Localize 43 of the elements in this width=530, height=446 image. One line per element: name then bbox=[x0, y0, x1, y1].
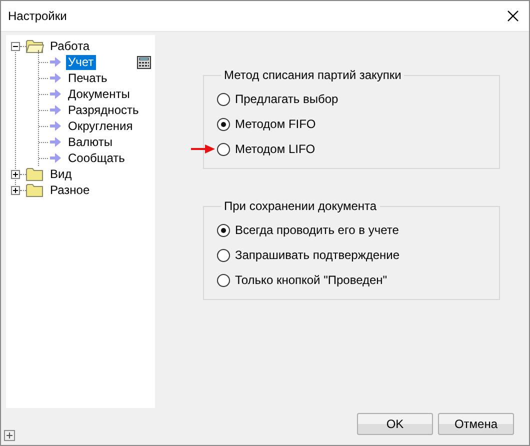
tree-item[interactable]: Сообщать bbox=[66, 150, 127, 166]
tree-item[interactable]: Вид bbox=[50, 167, 72, 181]
expand-icon[interactable] bbox=[11, 186, 20, 194]
plus-icon[interactable] bbox=[4, 430, 15, 441]
arrow-icon bbox=[50, 137, 61, 147]
window-title: Настройки bbox=[8, 9, 67, 23]
open-folder-icon bbox=[26, 39, 44, 53]
radio-button[interactable] bbox=[217, 142, 230, 156]
collapse-icon[interactable] bbox=[11, 42, 20, 50]
arrow-icon bbox=[50, 153, 61, 163]
radio-label[interactable]: Только кнопкой "Проведен" bbox=[235, 273, 388, 287]
arrow-icon bbox=[50, 73, 61, 83]
tree-item[interactable]: Учет bbox=[66, 54, 96, 70]
tree-item[interactable]: Округления bbox=[66, 118, 135, 134]
tree-item[interactable]: Разное bbox=[50, 183, 90, 197]
cancel-button[interactable]: Отмена bbox=[438, 413, 514, 435]
radio-button[interactable] bbox=[217, 248, 230, 262]
radio-label[interactable]: Запрашивать подтверждение bbox=[235, 248, 400, 262]
calculator-icon[interactable] bbox=[137, 56, 151, 68]
tree-item[interactable]: Работа bbox=[50, 39, 90, 53]
folder-icon bbox=[26, 167, 44, 181]
group-title: Метод списания партий закупки bbox=[223, 68, 402, 82]
arrow-icon bbox=[50, 57, 61, 67]
radio-label[interactable]: Методом LIFO bbox=[235, 142, 316, 156]
tree-item[interactable]: Печать bbox=[66, 70, 110, 86]
radio-button[interactable] bbox=[217, 224, 230, 236]
arrow-icon bbox=[50, 89, 61, 99]
radio-label[interactable]: Методом FIFO bbox=[235, 117, 316, 131]
radio-button[interactable] bbox=[217, 92, 230, 106]
close-icon[interactable] bbox=[507, 10, 519, 22]
expand-icon[interactable] bbox=[11, 170, 20, 178]
radio-label[interactable]: Предлагать выбор bbox=[235, 92, 338, 106]
group-title: При сохранении документа bbox=[223, 199, 378, 213]
arrow-icon bbox=[50, 105, 61, 115]
tree-item[interactable]: Разрядность bbox=[66, 102, 141, 118]
ok-button[interactable]: OK bbox=[357, 413, 433, 435]
arrow-icon bbox=[50, 121, 61, 131]
radio-button[interactable] bbox=[217, 118, 230, 130]
tree-item[interactable]: Документы bbox=[66, 86, 132, 102]
tree-item[interactable]: Валюты bbox=[66, 134, 115, 150]
folder-icon bbox=[26, 183, 44, 197]
radio-label[interactable]: Всегда проводить его в учете bbox=[235, 223, 399, 237]
radio-button[interactable] bbox=[217, 274, 230, 286]
